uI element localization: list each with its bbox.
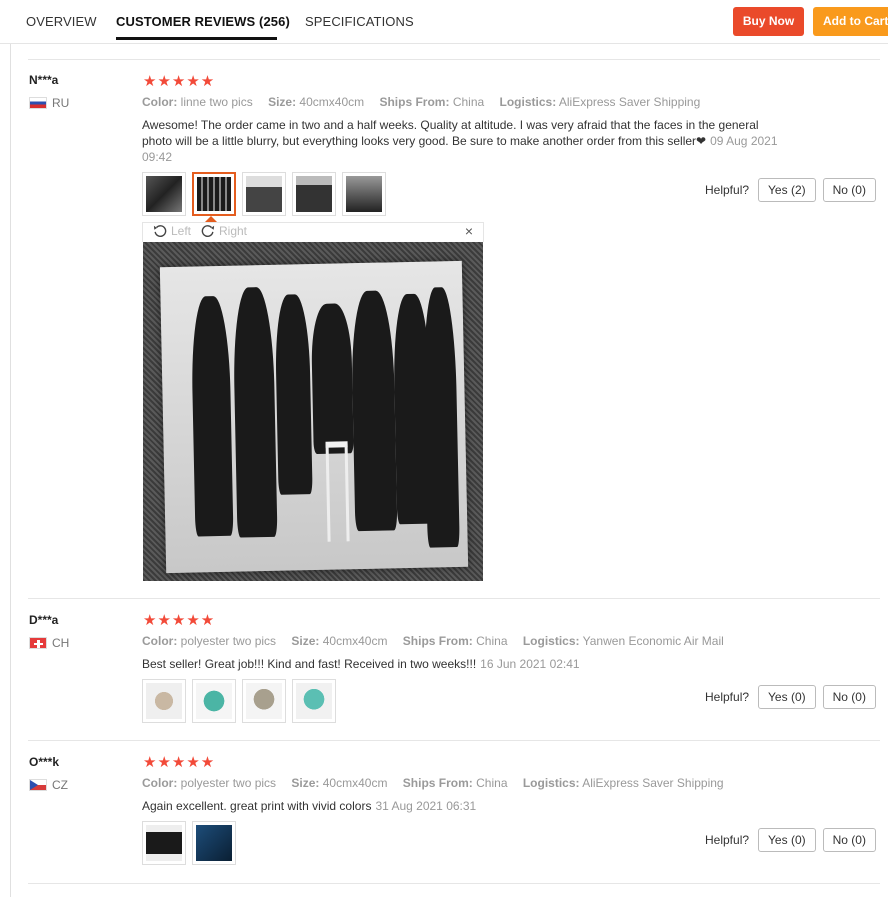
tab-specifications[interactable]: SPECIFICATIONS — [305, 14, 414, 29]
ships-from-label: Ships From: — [379, 95, 450, 109]
reviewer-name: O***k — [29, 755, 60, 769]
logistics-value: Yanwen Economic Air Mail — [582, 634, 724, 648]
logistics-value: AliExpress Saver Shipping — [582, 776, 724, 790]
helpful-vote: Helpful? Yes (0) No (0) — [705, 828, 876, 852]
helpful-label: Helpful? — [705, 690, 750, 704]
review-photo-thumbnail[interactable] — [192, 821, 236, 865]
pillow-print-image — [159, 260, 469, 574]
review-meta: Color: linne two pics Size: 40cmx40cm Sh… — [142, 95, 712, 109]
helpful-vote: Helpful? Yes (2) No (0) — [705, 178, 876, 202]
helpful-label: Helpful? — [705, 833, 750, 847]
review-photo-thumbnail[interactable] — [292, 172, 336, 216]
helpful-vote: Helpful? Yes (0) No (0) — [705, 685, 876, 709]
reviewer-name: D***a — [29, 613, 59, 627]
czech-flag-icon — [29, 779, 47, 791]
logistics-label: Logistics: — [499, 95, 557, 109]
ships-from-label: Ships From: — [402, 634, 473, 648]
helpful-yes-button[interactable]: Yes (2) — [758, 178, 816, 202]
reviewer-country: CH — [29, 636, 69, 650]
review-photo-thumbnail[interactable] — [192, 679, 236, 723]
rotate-left-icon — [153, 225, 167, 237]
review-body: Awesome! The order came in two and a hal… — [142, 118, 759, 148]
helpful-no-button[interactable]: No (0) — [822, 178, 876, 202]
helpful-label: Helpful? — [705, 183, 750, 197]
review-photos — [142, 172, 386, 216]
review-photo-thumbnail[interactable] — [142, 172, 186, 216]
product-tabs-bar: OVERVIEW CUSTOMER REVIEWS (256) SPECIFIC… — [0, 0, 888, 44]
star-rating: ★★★★★ — [143, 612, 216, 629]
review-photo-thumbnail[interactable] — [242, 679, 286, 723]
star-rating: ★★★★★ — [143, 754, 216, 771]
color-label: Color: — [142, 634, 178, 648]
review-photos — [142, 679, 336, 723]
country-code: CZ — [52, 778, 68, 792]
review-text: Best seller! Great job!!! Kind and fast!… — [142, 656, 782, 672]
review-photo-thumbnail[interactable] — [242, 172, 286, 216]
ships-from-value: China — [476, 634, 508, 648]
review-date: 31 Aug 2021 06:31 — [375, 799, 477, 813]
review-meta: Color: polyester two pics Size: 40cmx40c… — [142, 776, 736, 790]
size-value: 40cmx40cm — [322, 634, 388, 648]
reviewer-country: RU — [29, 96, 69, 110]
photo-viewer-toolbar: Left Right × — [142, 222, 484, 242]
active-tab-indicator — [116, 37, 277, 40]
star-rating: ★★★★★ — [143, 73, 216, 90]
size-label: Size: — [291, 776, 320, 790]
size-label: Size: — [291, 634, 320, 648]
russia-flag-icon — [29, 97, 47, 109]
color-label: Color: — [142, 776, 178, 790]
review-separator — [28, 883, 880, 884]
tab-overview[interactable]: OVERVIEW — [26, 14, 97, 29]
country-code: RU — [52, 96, 70, 110]
review-body: Best seller! Great job!!! Kind and fast!… — [142, 657, 477, 671]
review-photo-thumbnail[interactable] — [342, 172, 386, 216]
buy-now-button[interactable]: Buy Now — [733, 7, 804, 36]
add-to-cart-button[interactable]: Add to Cart — [813, 7, 888, 36]
reviewer-country: CZ — [29, 778, 68, 792]
review-photos — [142, 821, 236, 865]
ships-from-value: China — [476, 776, 508, 790]
helpful-yes-button[interactable]: Yes (0) — [758, 685, 816, 709]
color-value: polyester two pics — [180, 776, 277, 790]
rotate-left-button[interactable]: Left — [153, 224, 191, 238]
country-code: CH — [52, 636, 70, 650]
review-meta: Color: polyester two pics Size: 40cmx40c… — [142, 634, 736, 648]
helpful-yes-button[interactable]: Yes (0) — [758, 828, 816, 852]
size-value: 40cmx40cm — [322, 776, 388, 790]
tab-customer-reviews[interactable]: CUSTOMER REVIEWS (256) — [116, 14, 290, 29]
review-body: Again excellent. great print with vivid … — [142, 799, 372, 813]
review-separator — [28, 740, 880, 741]
enlarged-review-photo — [143, 242, 483, 581]
color-value: linne two pics — [180, 95, 253, 109]
logistics-label: Logistics: — [522, 634, 580, 648]
rotate-left-label: Left — [171, 224, 192, 238]
review-photo-thumbnail-selected[interactable] — [192, 172, 236, 216]
size-label: Size: — [268, 95, 297, 109]
ships-from-label: Ships From: — [402, 776, 473, 790]
color-value: polyester two pics — [180, 634, 277, 648]
review-photo-thumbnail[interactable] — [292, 679, 336, 723]
left-divider — [10, 44, 11, 897]
reviewer-name: N***a — [29, 73, 59, 87]
logistics-value: AliExpress Saver Shipping — [558, 95, 701, 109]
review-photo-thumbnail[interactable] — [142, 679, 186, 723]
close-viewer-icon[interactable]: × — [465, 223, 473, 239]
size-value: 40cmx40cm — [299, 95, 365, 109]
helpful-no-button[interactable]: No (0) — [822, 685, 876, 709]
review-separator — [28, 598, 880, 599]
rotate-right-button[interactable]: Right — [201, 224, 247, 238]
helpful-no-button[interactable]: No (0) — [822, 828, 876, 852]
logistics-label: Logistics: — [522, 776, 580, 790]
color-label: Color: — [142, 95, 178, 109]
switzerland-flag-icon — [29, 637, 47, 649]
review-text: Again excellent. great print with vivid … — [142, 798, 782, 814]
rotate-right-label: Right — [219, 224, 248, 238]
review-date: 16 Jun 2021 02:41 — [480, 657, 580, 671]
ships-from-value: China — [452, 95, 485, 109]
review-photo-thumbnail[interactable] — [142, 821, 186, 865]
review-text: Awesome! The order came in two and a hal… — [142, 117, 782, 165]
rotate-right-icon — [201, 225, 215, 237]
review-separator — [28, 59, 880, 60]
